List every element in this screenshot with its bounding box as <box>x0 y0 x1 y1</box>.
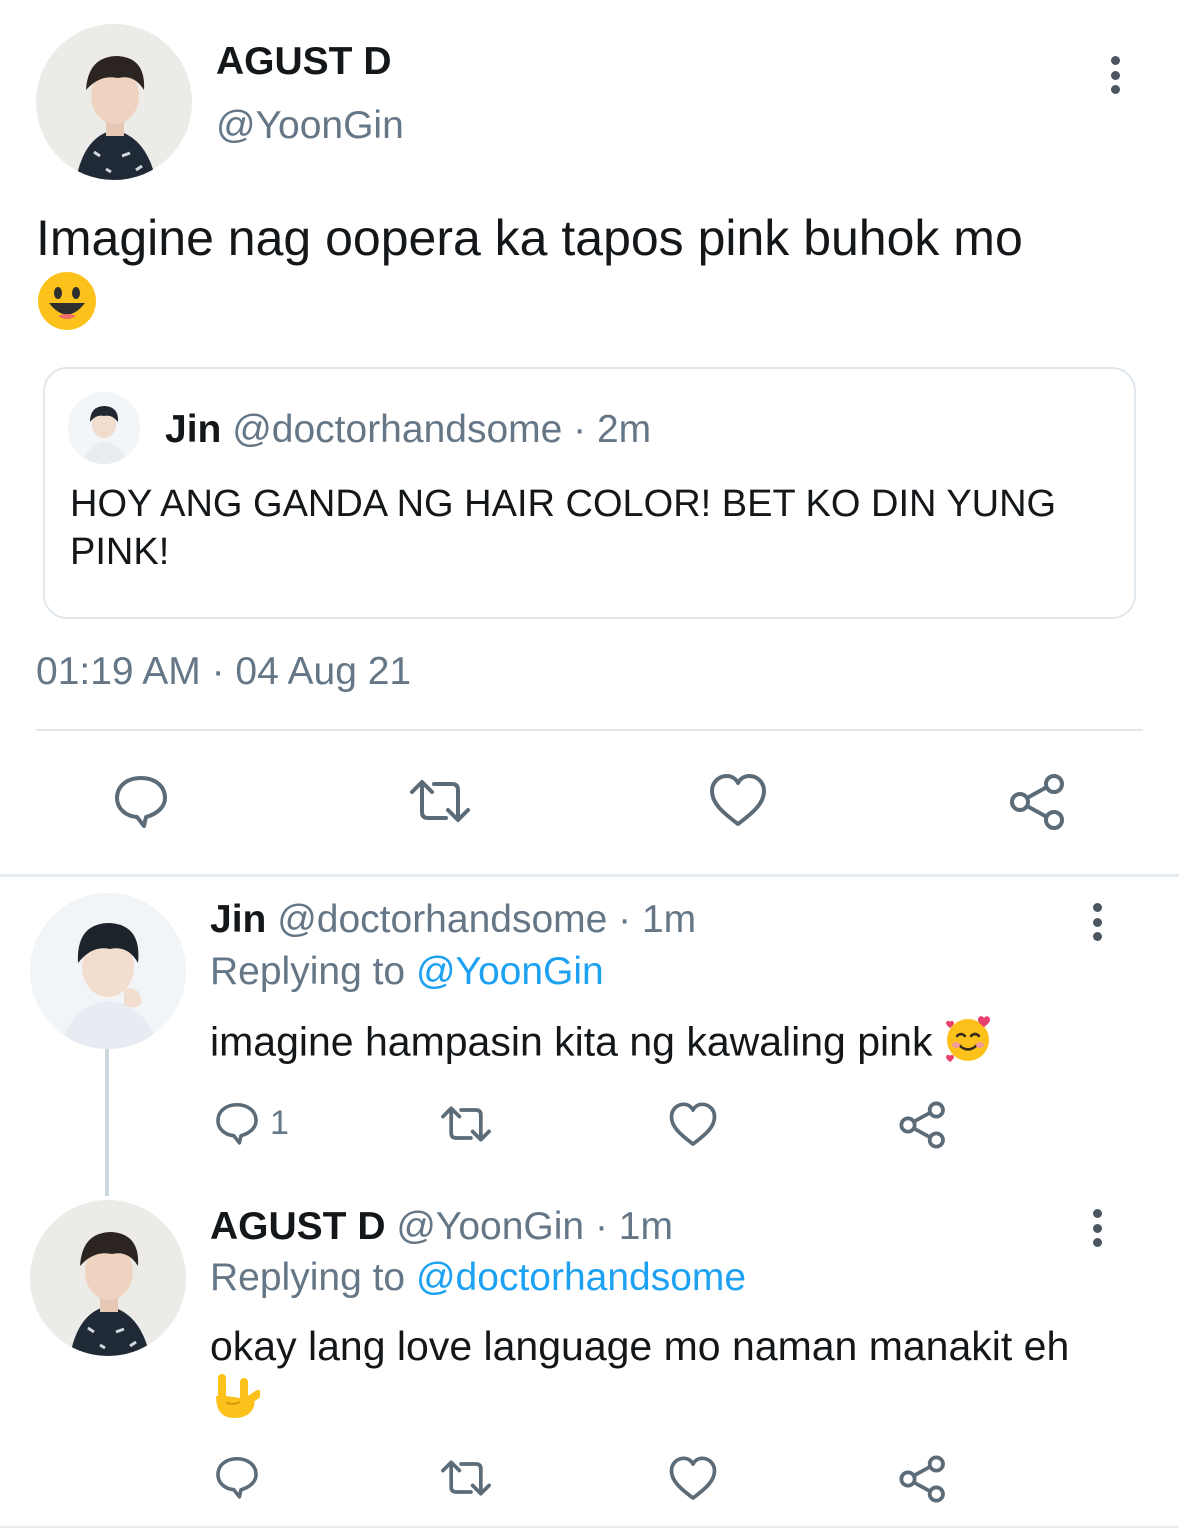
share-button[interactable] <box>1008 772 1068 832</box>
retweet-icon <box>410 780 470 822</box>
author-handle[interactable]: @YoonGin <box>216 104 404 148</box>
share-button[interactable] <box>898 1454 948 1504</box>
reply-author-name[interactable]: AGUST D <box>210 1205 386 1248</box>
quoted-header: Jin @doctorhandsome · 2m <box>165 408 651 452</box>
divider <box>36 729 1143 731</box>
more-options-icon[interactable] <box>1109 56 1121 94</box>
bottom-divider <box>0 1526 1179 1528</box>
reply-header: Jin @doctorhandsome · 1m <box>210 898 696 942</box>
thread-line <box>105 1048 109 1196</box>
replying-to-link[interactable]: @doctorhandsome <box>416 1256 746 1299</box>
reply-text-body: imagine hampasin kita ng kawaling pink <box>210 1018 933 1065</box>
replying-to-label: Replying to <box>210 950 406 993</box>
like-button[interactable] <box>668 1101 718 1149</box>
retweet-button[interactable] <box>438 1100 494 1148</box>
like-button[interactable] <box>708 772 768 830</box>
retweet-button[interactable] <box>406 772 474 830</box>
reply-icon <box>216 1102 258 1145</box>
reply-header: AGUST D @YoonGin · 1m <box>210 1205 673 1249</box>
tweet-text-body: Imagine nag oopera ka tapos pink buhok m… <box>36 210 1023 266</box>
more-options-icon[interactable] <box>1091 903 1103 941</box>
quoted-author-handle[interactable]: @doctorhandsome <box>232 408 562 451</box>
reply-author-handle[interactable]: @YoonGin <box>396 1205 584 1248</box>
share-icon <box>1010 774 1064 830</box>
reply-text-body: okay lang love language mo naman manakit… <box>210 1323 1070 1369</box>
reply-count: 1 <box>270 1103 289 1142</box>
like-icon <box>669 1456 717 1500</box>
quoted-author-name[interactable]: Jin <box>165 408 221 451</box>
more-options-icon[interactable] <box>1091 1209 1103 1247</box>
avatar[interactable] <box>36 24 192 180</box>
tweet-text: Imagine nag oopera ka tapos pink buhok m… <box>36 208 1146 345</box>
reply-icon <box>216 1456 258 1499</box>
share-icon <box>899 1455 945 1503</box>
love-you-gesture-icon <box>210 1372 1140 1434</box>
reply-icon <box>115 776 167 828</box>
reply-button[interactable] <box>112 772 170 830</box>
share-icon <box>899 1101 945 1149</box>
reply-avatar[interactable] <box>30 893 186 1049</box>
smiling-face-with-hearts-icon <box>944 1014 994 1075</box>
reply-author-handle[interactable]: @doctorhandsome <box>277 898 607 941</box>
quoted-avatar <box>68 392 140 464</box>
reply-button[interactable]: 1 <box>214 1100 289 1146</box>
smiley-face-icon <box>36 270 1146 345</box>
section-divider <box>0 874 1179 877</box>
like-button[interactable] <box>668 1455 718 1503</box>
replying-to: Replying to @doctorhandsome <box>210 1256 746 1300</box>
reply-button[interactable] <box>214 1454 260 1500</box>
retweet-icon <box>441 1460 491 1496</box>
quoted-time: · 2m <box>573 408 652 451</box>
replying-to: Replying to @YoonGin <box>210 950 604 994</box>
quoted-avatar-photo <box>68 392 140 464</box>
retweet-icon <box>441 1106 491 1142</box>
quoted-text: HOY ANG GANDA NG HAIR COLOR! BET KO DIN … <box>70 483 1057 573</box>
tweet-timestamp: 01:19 AM · 04 Aug 21 <box>36 650 412 693</box>
replying-to-link[interactable]: @YoonGin <box>416 950 604 993</box>
reply-avatar-photo <box>30 1200 186 1356</box>
retweet-button[interactable] <box>438 1454 494 1502</box>
share-button[interactable] <box>898 1100 948 1150</box>
reply-avatar[interactable] <box>30 1200 186 1356</box>
replying-to-label: Replying to <box>210 1256 406 1299</box>
author-name[interactable]: AGUST D <box>216 40 392 84</box>
like-icon <box>669 1102 717 1146</box>
reply-time: · 1m <box>618 898 697 941</box>
avatar-photo <box>36 24 192 180</box>
like-icon <box>710 774 766 826</box>
reply-time: · 1m <box>594 1205 673 1248</box>
reply-avatar-photo <box>30 893 186 1049</box>
reply-text: imagine hampasin kita ng kawaling pink <box>210 1014 994 1075</box>
reply-text: okay lang love language mo naman manakit… <box>210 1320 1140 1434</box>
reply-author-name[interactable]: Jin <box>210 898 266 941</box>
